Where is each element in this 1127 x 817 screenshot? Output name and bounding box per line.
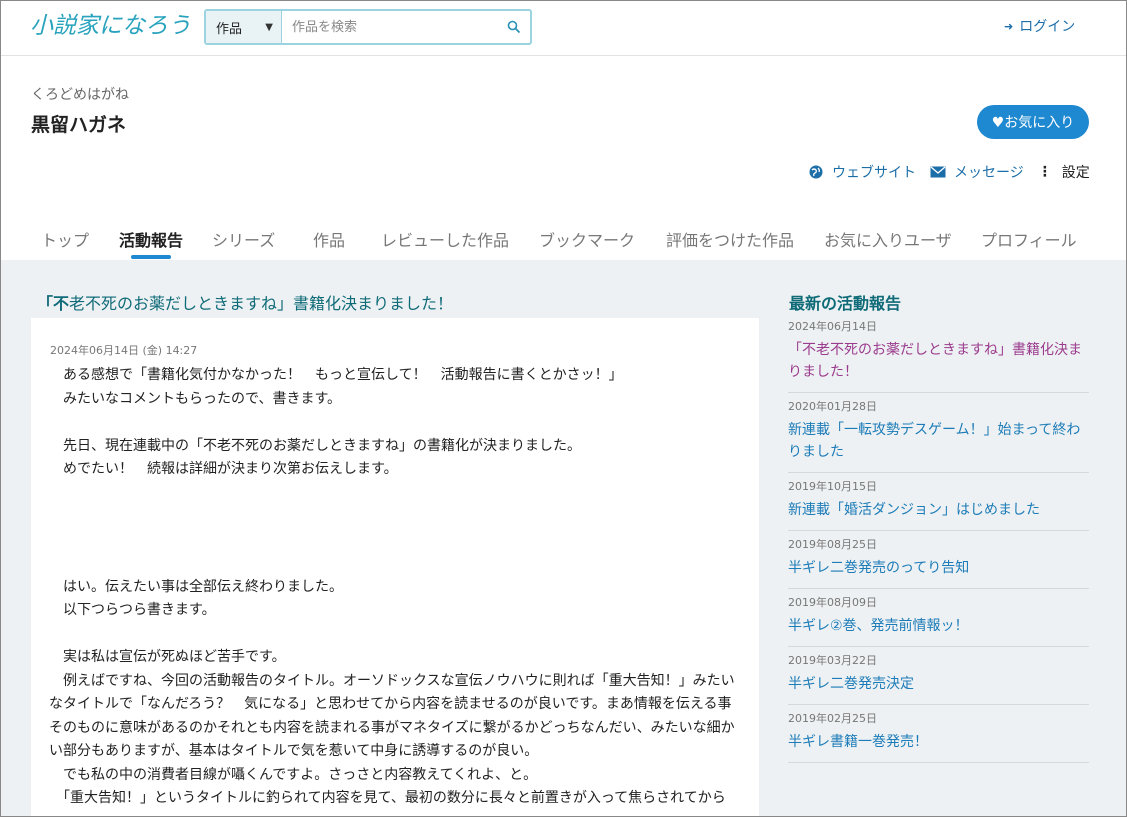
site-logo[interactable]: 小説家になろう xyxy=(30,8,191,44)
article-line: 例えばですね、今回の活動報告のタイトル。オーソドックスな宣伝ノウハウに則れば「重… xyxy=(49,672,735,689)
active-tab-indicator xyxy=(131,255,171,259)
chevron-down-icon: ▼ xyxy=(265,21,273,33)
article-line: い部分もありますが、基本はタイトルで気を惹いて中身に誘導するのが良い。 xyxy=(49,743,539,759)
recent-report-item: 2019年10月15日新連載「婚活ダンジョン」はじめました xyxy=(788,473,1089,531)
profile-links: ウェブサイト メッセージ ⋮ 設定 xyxy=(808,162,1090,182)
article-line: はい。伝えたい事は全部伝え終わりました。 xyxy=(49,578,343,595)
recent-report-link[interactable]: 半ギレ②巻、発売前情報ッ！ xyxy=(788,615,1089,637)
recent-report-link[interactable]: 新連載「一転攻勢デスゲーム！」始まって終わりました xyxy=(788,419,1089,463)
recent-report-date: 2019年08月25日 xyxy=(788,538,877,551)
tab-activity-reports[interactable]: 活動報告 xyxy=(119,227,183,251)
article-line xyxy=(49,411,755,435)
recent-report-link[interactable]: 半ギレ二巻発売決定 xyxy=(788,673,1089,695)
login-label: ログイン xyxy=(1019,19,1076,35)
user-name: 黒留ハガネ xyxy=(31,114,127,136)
recent-report-item: 2019年08月09日半ギレ②巻、発売前情報ッ！ xyxy=(788,589,1089,647)
search-category-label: 作品 xyxy=(216,21,243,37)
message-link[interactable]: メッセージ xyxy=(930,162,1024,182)
recent-report-link[interactable]: 新連載「婚活ダンジョン」はじめました xyxy=(788,499,1089,521)
recent-report-date: 2024年06月14日 xyxy=(788,320,877,333)
tab-rated-works[interactable]: 評価をつけた作品 xyxy=(666,227,794,251)
article-title: 「不老不死のお薬だしときますね」書籍化決まりました！ xyxy=(37,290,453,314)
article-line: みたいなコメントもらったので、書きます。 xyxy=(49,390,342,407)
search-button[interactable] xyxy=(498,11,530,43)
recent-report-date: 2019年02月25日 xyxy=(788,712,877,725)
search-category-select[interactable]: 作品 ▼ xyxy=(206,11,282,43)
recent-report-item: 2019年08月25日半ギレ二巻発売のってり告知 xyxy=(788,531,1089,589)
website-label: ウェブサイト xyxy=(832,165,916,181)
recent-reports-list: 2024年06月14日 「不老不死のお薬だしときますね」書籍化決まりました！ 202… xyxy=(788,313,1089,763)
message-label: メッセージ xyxy=(954,165,1024,181)
recent-report-item: 2019年03月22日半ギレ二巻発売決定 xyxy=(788,647,1089,705)
recent-report-link[interactable]: 半ギレ書籍一巻発売！ xyxy=(788,731,1089,753)
recent-report-date: 2019年10月15日 xyxy=(788,480,877,493)
search-icon xyxy=(507,20,521,34)
article-title-rest: 老不死のお薬だしときますね」書籍化決まりました！ xyxy=(69,294,454,313)
article-line: 先日、現在連載中の「不老不死のお薬だしときますね」の書籍化が決まりました。 xyxy=(49,437,581,454)
tab-bookmarks[interactable]: ブックマーク xyxy=(539,227,635,251)
article-line: 以下つらつら書きます。 xyxy=(49,602,216,618)
tab-top[interactable]: トップ xyxy=(41,227,89,251)
tab-series[interactable]: シリーズ xyxy=(212,227,275,251)
settings-menu[interactable]: ⋮ 設定 xyxy=(1038,162,1090,182)
recent-report-link[interactable]: 半ギレ二巻発売のってり告知 xyxy=(788,557,1089,579)
globe-icon xyxy=(809,165,823,179)
login-icon: ➜ xyxy=(1004,19,1014,33)
article-line: そのものに意味があるのかそれとも内容を読まれる事がマネタイズに繋がるかどっちなん… xyxy=(49,719,735,736)
article-line xyxy=(49,529,755,553)
article-title-lead: 「不 xyxy=(37,294,70,313)
sidebar-title: 最新の活動報告 xyxy=(789,294,902,313)
recent-report-item: 2019年02月25日半ギレ書籍一巻発売！ xyxy=(788,705,1089,763)
user-name-kana: くろどめはがね xyxy=(31,87,129,103)
article-line: ある感想で「書籍化気付かなかった！ もっと宣伝して！ 活動報告に書くとかさッ！」 xyxy=(49,367,623,383)
recent-report-date: 2020年01月28日 xyxy=(788,400,877,413)
tab-favorite-users[interactable]: お気に入りユーザ xyxy=(824,227,952,251)
profile-tabs: トップ 活動報告 シリーズ 作品 レビューした作品 ブックマーク 評価をつけた作… xyxy=(0,220,1127,260)
article-line xyxy=(49,482,755,506)
favorite-button[interactable]: ♥お気に入り xyxy=(977,105,1089,139)
article-line: 実は私は宣伝が死ぬほど苦手です。 xyxy=(49,649,286,665)
article-card: 2024年06月14日 (金) 14:27 ある感想で「書籍化気付かなかった！ … xyxy=(31,318,759,817)
tab-reviewed-works[interactable]: レビューした作品 xyxy=(381,227,509,251)
article-line xyxy=(49,552,755,576)
article-line: なタイトルで「なんだろう？ 気になる」と思わせてから内容を読ませるのが良いです。… xyxy=(49,696,732,712)
site-header: 小説家になろう 作品 ▼ ➜ ログイン xyxy=(0,0,1127,56)
tab-works[interactable]: 作品 xyxy=(313,227,345,251)
search-input[interactable] xyxy=(282,11,498,43)
article-line xyxy=(49,623,755,647)
recent-report-link[interactable]: 「不老不死のお薬だしときますね」書籍化決まりました！ xyxy=(788,339,1089,383)
article-line xyxy=(49,505,755,529)
website-link[interactable]: ウェブサイト xyxy=(808,162,916,182)
article-date: 2024年06月14日 (金) 14:27 xyxy=(50,344,198,357)
tab-profile[interactable]: プロフィール xyxy=(981,227,1077,251)
recent-report-date: 2019年08月09日 xyxy=(788,596,877,609)
recent-report-item: 2024年06月14日「不老不死のお薬だしときますね」書籍化決まりました！ xyxy=(788,313,1089,393)
login-link[interactable]: ➜ ログイン xyxy=(1004,16,1075,36)
article-line: めでたい！ 続報は詳細が決まり次第お伝えします。 xyxy=(49,461,398,477)
user-profile-header: くろどめはがね 黒留ハガネ ♥お気に入り ウェブサイト メッセージ ⋮ 設定 ト… xyxy=(0,56,1127,260)
article-line: でも私の中の消費者目線が囁くんですよ。さっさと内容教えてくれよ、と。 xyxy=(49,766,538,783)
article-body: ある感想で「書籍化気付かなかった！ もっと宣伝して！ 活動報告に書くとかさッ！」… xyxy=(49,364,755,811)
recent-report-item: 2020年01月28日新連載「一転攻勢デスゲーム！」始まって終わりました xyxy=(788,393,1089,473)
settings-label: 設定 xyxy=(1061,165,1090,181)
more-vertical-icon: ⋮ xyxy=(1037,164,1052,180)
envelope-icon xyxy=(930,166,946,178)
article-line: 「重大告知！」というタイトルに釣られて内容を見て、最初の数分に長々と前置きが入っ… xyxy=(49,790,726,806)
recent-report-date: 2019年03月22日 xyxy=(788,654,877,667)
search-bar: 作品 ▼ xyxy=(204,9,532,45)
